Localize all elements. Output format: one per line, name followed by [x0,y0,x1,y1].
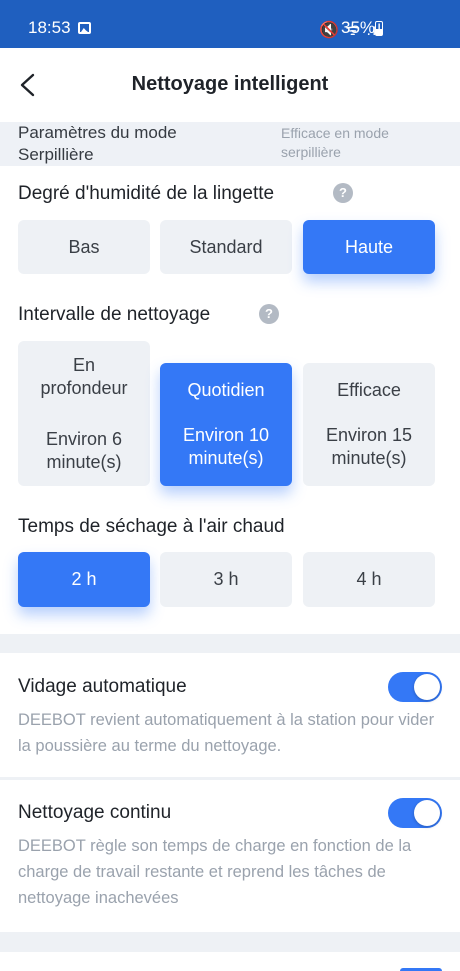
continuous-description: DEEBOT règle son temps de charge en fonc… [18,837,412,907]
drying-option-3h[interactable]: 3 h [160,552,292,607]
drying-title: Temps de séchage à l'air chaud [18,516,285,537]
interval-option-name: En profondeur [40,354,128,398]
toggle-knob [414,674,440,700]
continuous-toggle[interactable] [388,798,442,828]
interval-option-daily[interactable]: Quotidien Environ 10 minute(s) [160,363,292,486]
mode-banner-value: Efficace en mode serpillière [281,125,389,160]
continuous-title: Nettoyage continu [18,802,172,823]
gallery-icon [78,22,91,34]
drying-option-4h[interactable]: 4 h [303,552,435,607]
interval-title: Intervalle de nettoyage [18,304,211,325]
wetness-option-bas[interactable]: Bas [18,220,150,274]
auto-empty-title: Vidage automatique [18,676,187,697]
mode-banner[interactable]: Paramètres du mode Serpillière Efficace … [0,122,460,166]
interval-option-deep[interactable]: En profondeur Environ 6 minute(s) [18,341,150,486]
toggle-knob [414,800,440,826]
help-icon[interactable]: ? [259,304,279,324]
interval-option-efficient[interactable]: Efficace Environ 15 minute(s) [303,363,435,486]
auto-empty-toggle[interactable] [388,672,442,702]
next-setting-card [0,952,460,971]
auto-empty-description: DEEBOT revient automatiquement à la stat… [18,711,435,755]
battery-icon [375,21,383,36]
status-time: 18:53 [28,18,71,37]
interval-option-duration: Environ 15 minute(s) [325,425,413,468]
wetness-option-haute[interactable]: Haute [303,220,435,274]
interval-option-duration: Environ 6 minute(s) [45,428,123,472]
continuous-card: Nettoyage continu DEEBOT règle son temps… [0,780,460,932]
battery-percent: 35% [341,18,376,37]
interval-option-name: Efficace [337,380,401,400]
wetness-title: Degré d'humidité de la lingette [18,183,275,204]
interval-option-name: Quotidien [187,380,265,400]
auto-empty-card: Vidage automatique DEEBOT revient automa… [0,653,460,777]
drying-option-2h[interactable]: 2 h [18,552,150,607]
mop-settings-card: Degré d'humidité de la lingette ? Bas St… [0,166,460,634]
status-bar: 18:53 🔇 ᯤ .ıl 35% [0,0,460,48]
help-icon[interactable]: ? [333,183,353,203]
interval-option-duration: Environ 10 minute(s) [182,425,270,468]
header: Nettoyage intelligent [0,48,460,122]
mode-banner-label: Paramètres du mode Serpillière [18,123,177,164]
page-title: Nettoyage intelligent [131,73,329,95]
wetness-option-standard[interactable]: Standard [160,220,292,274]
